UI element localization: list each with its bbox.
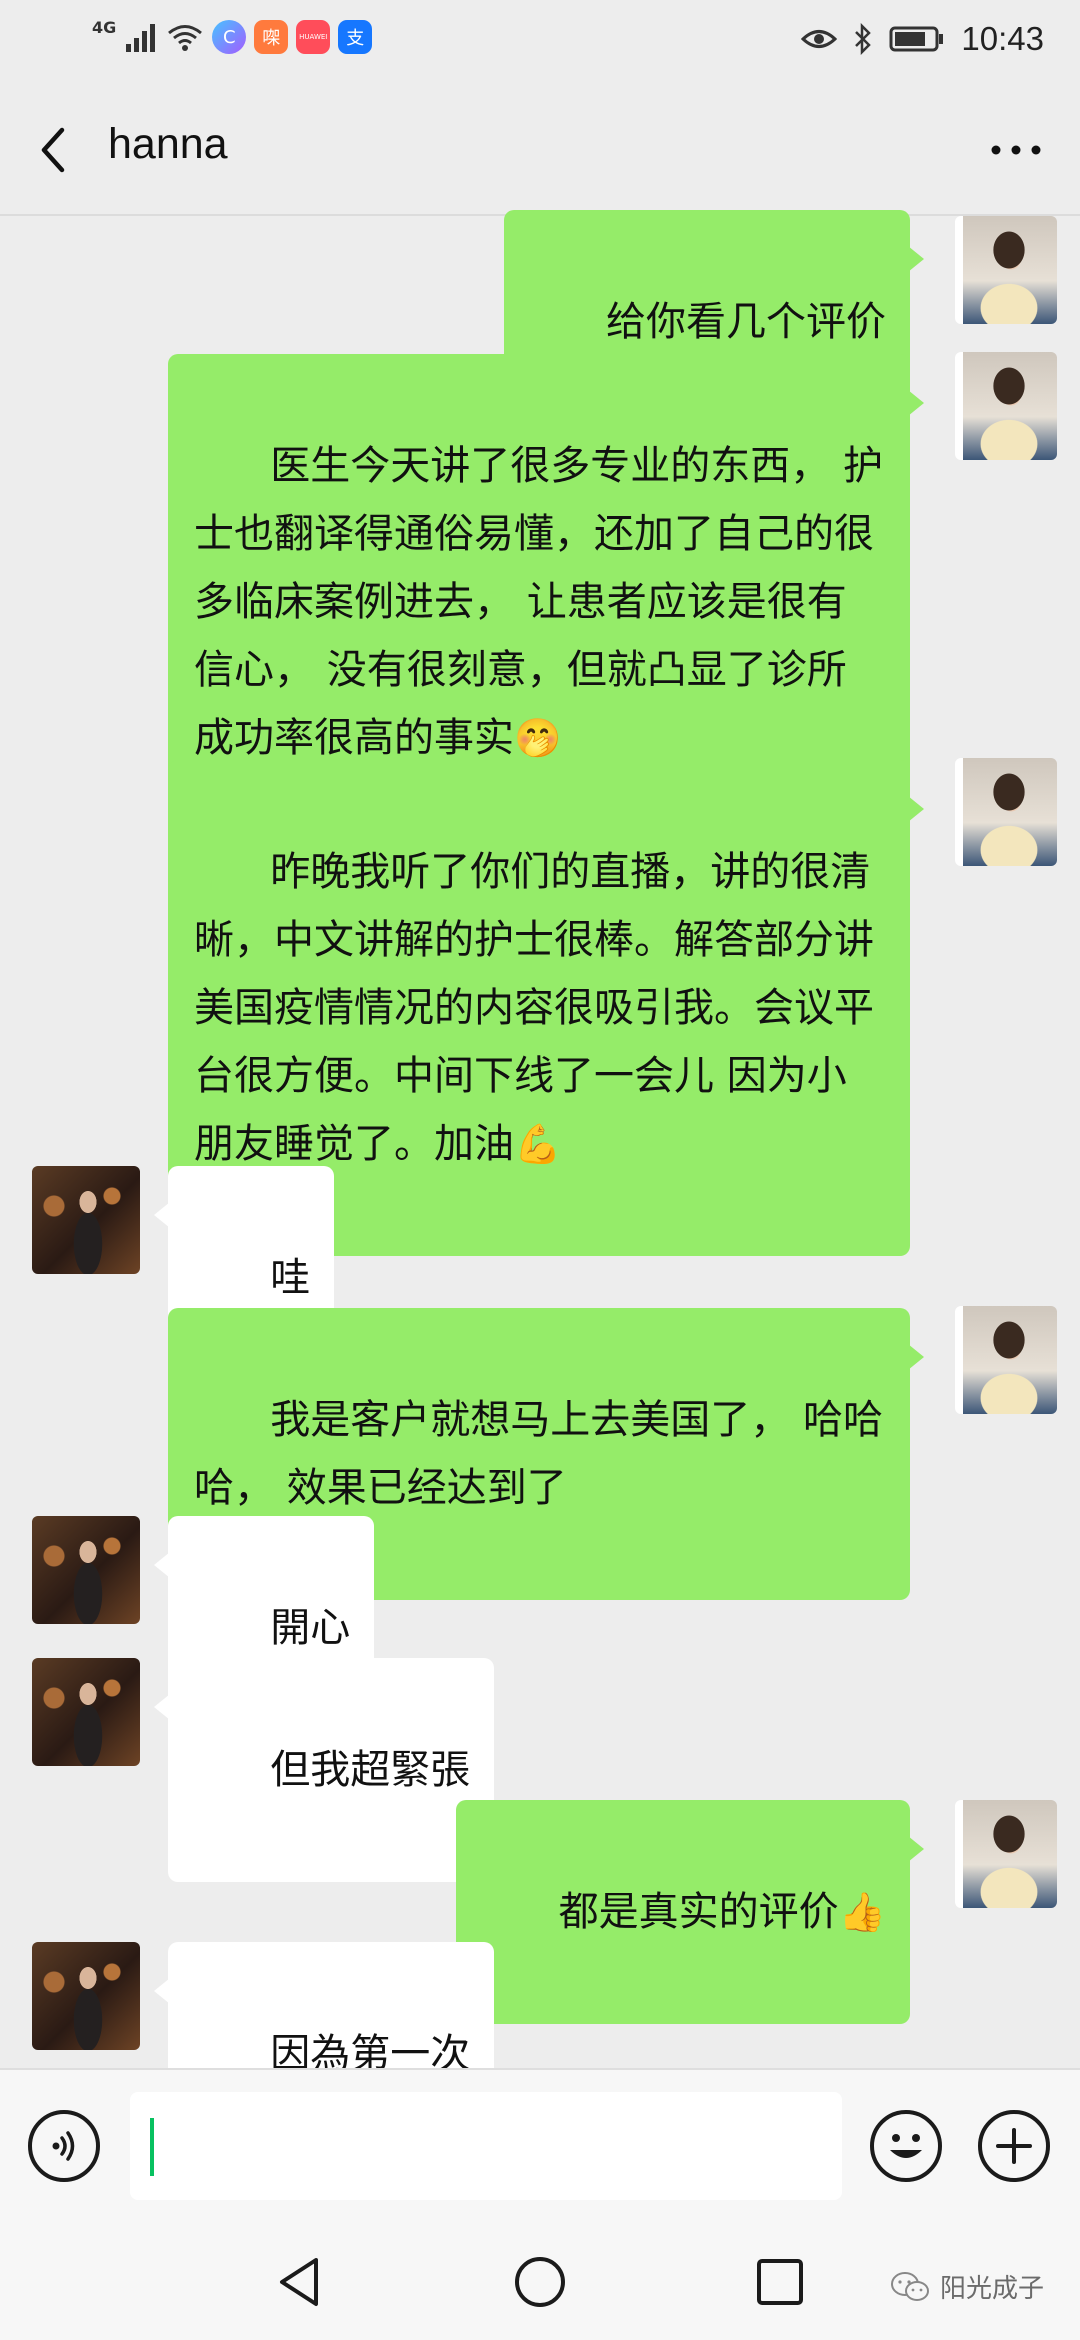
message-outgoing: 都是真实的评价👍	[0, 1800, 1080, 2024]
my-avatar[interactable]	[955, 1306, 1057, 1414]
contact-avatar[interactable]	[32, 1658, 140, 1766]
contact-avatar[interactable]	[32, 1942, 140, 2050]
eye-icon	[801, 30, 838, 48]
my-avatar[interactable]	[955, 758, 1057, 866]
flexed-biceps-emoji: 💪	[514, 1122, 562, 1166]
chat-header: hanna	[0, 84, 1080, 216]
alipay-icon: 支	[338, 20, 373, 54]
message-outgoing: 我是客户就想马上去美国了， 哈哈哈， 效果已经达到了	[0, 1306, 1080, 1600]
text-cursor	[150, 2118, 154, 2176]
message-text: 昨晚我听了你们的直播，讲的很清晰，中文讲解的护士很棒。解答部分讲美国疫情情况的内…	[194, 849, 874, 1167]
nav-recents-square-icon[interactable]	[752, 2254, 808, 2310]
message-text: 医生今天讲了很多专业的东西， 护士也翻译得通俗易懂，还加了自己的很多临床案例进去…	[194, 443, 884, 761]
chat-title: hanna	[108, 120, 228, 168]
message-incoming: 但我超緊張	[0, 1658, 1080, 1882]
message-text: 我是客户就想马上去美国了， 哈哈哈， 效果已经达到了	[194, 1397, 884, 1511]
status-bar: 4G C 㗎 HUAWEI 支 10:43	[0, 0, 1080, 84]
watermark: 阳光成子	[890, 2268, 1044, 2305]
message-text: 给你看几个评价	[606, 299, 886, 345]
plus-icon	[996, 2128, 1032, 2164]
message-incoming: 開心	[0, 1516, 1080, 1740]
message-input[interactable]	[130, 2092, 842, 2200]
message-outgoing: 医生今天讲了很多专业的东西， 护士也翻译得通俗易懂，还加了自己的很多临床案例进去…	[0, 352, 1080, 850]
my-avatar[interactable]	[955, 216, 1057, 324]
bluetooth-icon	[855, 23, 872, 55]
more-options-icon[interactable]	[986, 132, 1046, 168]
status-time: 10:43	[961, 20, 1044, 57]
sound-waves-icon	[52, 2131, 75, 2161]
c-app-icon: C	[212, 20, 247, 54]
huawei-mall-icon: HUAWEI	[296, 20, 331, 54]
face-with-hand-over-mouth-emoji: 🤭	[514, 716, 562, 760]
contact-avatar[interactable]	[32, 1516, 140, 1624]
back-arrow-icon[interactable]	[30, 120, 80, 180]
message-text: 但我超緊張	[270, 1747, 471, 1793]
wechat-logo-icon	[890, 2271, 929, 2301]
message-incoming: 哇	[0, 1166, 1080, 1390]
status-right: 10:43	[801, 20, 1044, 58]
network-type: 4G	[92, 17, 117, 37]
message-text: 開心	[270, 1605, 351, 1651]
signal-icon	[126, 24, 156, 52]
battery-icon	[889, 26, 944, 52]
emoji-icon[interactable]	[870, 2110, 942, 2182]
nav-home-circle-icon[interactable]	[512, 2254, 568, 2310]
message-outgoing: 给你看几个评价	[0, 210, 1080, 434]
my-avatar[interactable]	[955, 1800, 1057, 1908]
watermark-text: 阳光成子	[939, 2274, 1044, 2304]
system-navigation-bar: 阳光成子	[0, 2224, 1080, 2340]
shopping-app-icon: 㗎	[254, 20, 289, 54]
voice-input-icon[interactable]	[28, 2110, 100, 2182]
chat-input-bar	[0, 2068, 1080, 2226]
message-incoming: 因為第一次	[0, 1942, 1080, 2166]
smiley-face-icon	[890, 2134, 922, 2158]
nav-back-triangle-icon[interactable]	[272, 2254, 328, 2310]
more-functions-icon[interactable]	[978, 2110, 1050, 2182]
contact-avatar[interactable]	[32, 1166, 140, 1274]
message-text: 哇	[270, 1255, 311, 1301]
thumbs-up-emoji: 👍	[838, 1890, 886, 1934]
message-text: 都是真实的评价	[558, 1889, 839, 1935]
status-left: 4G C 㗎 HUAWEI 支	[92, 17, 373, 54]
wifi-icon	[168, 25, 203, 51]
message-outgoing: 昨晚我听了你们的直播，讲的很清晰，中文讲解的护士很棒。解答部分讲美国疫情情况的内…	[0, 758, 1080, 1256]
my-avatar[interactable]	[955, 352, 1057, 460]
